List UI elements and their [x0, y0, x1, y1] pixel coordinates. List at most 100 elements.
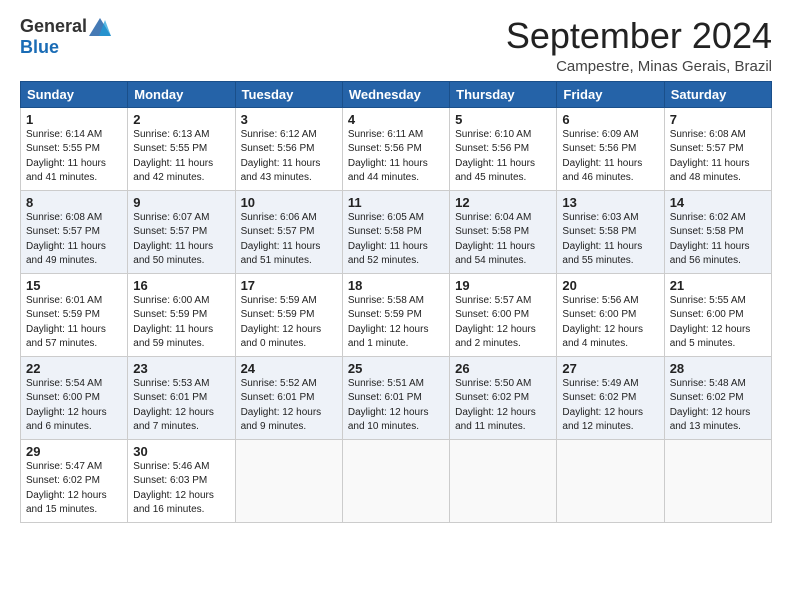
day-info: Sunrise: 5:51 AMSunset: 6:01 PMDaylight:…	[348, 377, 444, 435]
day-number: 3	[241, 112, 337, 127]
day-info: Sunrise: 5:50 AMSunset: 6:02 PMDaylight:…	[455, 377, 551, 435]
day-info: Sunrise: 6:06 AMSunset: 5:57 PMDaylight:…	[241, 211, 337, 269]
calendar-cell: 19Sunrise: 5:57 AMSunset: 6:00 PMDayligh…	[450, 273, 557, 356]
day-number: 28	[670, 361, 766, 376]
day-number: 26	[455, 361, 551, 376]
day-number: 25	[348, 361, 444, 376]
day-info: Sunrise: 5:55 AMSunset: 6:00 PMDaylight:…	[670, 294, 766, 352]
calendar-cell	[342, 439, 449, 522]
day-info: Sunrise: 6:13 AMSunset: 5:55 PMDaylight:…	[133, 128, 229, 186]
calendar-cell: 7Sunrise: 6:08 AMSunset: 5:57 PMDaylight…	[664, 107, 771, 190]
month-title: September 2024	[506, 16, 772, 56]
day-info: Sunrise: 5:59 AMSunset: 5:59 PMDaylight:…	[241, 294, 337, 352]
calendar-week-row: 15Sunrise: 6:01 AMSunset: 5:59 PMDayligh…	[21, 273, 772, 356]
calendar-cell: 6Sunrise: 6:09 AMSunset: 5:56 PMDaylight…	[557, 107, 664, 190]
page: General Blue September 2024 Campestre, M…	[0, 0, 792, 612]
day-info: Sunrise: 6:05 AMSunset: 5:58 PMDaylight:…	[348, 211, 444, 269]
calendar-cell: 26Sunrise: 5:50 AMSunset: 6:02 PMDayligh…	[450, 356, 557, 439]
calendar-cell: 22Sunrise: 5:54 AMSunset: 6:00 PMDayligh…	[21, 356, 128, 439]
weekday-header-thursday: Thursday	[450, 81, 557, 107]
weekday-header-monday: Monday	[128, 81, 235, 107]
day-number: 24	[241, 361, 337, 376]
day-number: 15	[26, 278, 122, 293]
day-info: Sunrise: 5:48 AMSunset: 6:02 PMDaylight:…	[670, 377, 766, 435]
day-info: Sunrise: 6:00 AMSunset: 5:59 PMDaylight:…	[133, 294, 229, 352]
day-info: Sunrise: 6:14 AMSunset: 5:55 PMDaylight:…	[26, 128, 122, 186]
day-number: 16	[133, 278, 229, 293]
calendar-week-row: 29Sunrise: 5:47 AMSunset: 6:02 PMDayligh…	[21, 439, 772, 522]
day-info: Sunrise: 6:02 AMSunset: 5:58 PMDaylight:…	[670, 211, 766, 269]
day-info: Sunrise: 6:09 AMSunset: 5:56 PMDaylight:…	[562, 128, 658, 186]
day-info: Sunrise: 6:10 AMSunset: 5:56 PMDaylight:…	[455, 128, 551, 186]
day-number: 17	[241, 278, 337, 293]
calendar-cell: 9Sunrise: 6:07 AMSunset: 5:57 PMDaylight…	[128, 190, 235, 273]
day-number: 29	[26, 444, 122, 459]
day-number: 5	[455, 112, 551, 127]
logo-icon	[89, 18, 111, 36]
day-number: 10	[241, 195, 337, 210]
day-number: 11	[348, 195, 444, 210]
calendar-week-row: 22Sunrise: 5:54 AMSunset: 6:00 PMDayligh…	[21, 356, 772, 439]
calendar-cell	[664, 439, 771, 522]
logo: General Blue	[20, 16, 111, 58]
day-number: 8	[26, 195, 122, 210]
calendar-cell: 23Sunrise: 5:53 AMSunset: 6:01 PMDayligh…	[128, 356, 235, 439]
day-info: Sunrise: 6:04 AMSunset: 5:58 PMDaylight:…	[455, 211, 551, 269]
calendar-cell: 18Sunrise: 5:58 AMSunset: 5:59 PMDayligh…	[342, 273, 449, 356]
day-info: Sunrise: 6:12 AMSunset: 5:56 PMDaylight:…	[241, 128, 337, 186]
day-number: 21	[670, 278, 766, 293]
day-info: Sunrise: 5:46 AMSunset: 6:03 PMDaylight:…	[133, 460, 229, 518]
calendar-cell: 1Sunrise: 6:14 AMSunset: 5:55 PMDaylight…	[21, 107, 128, 190]
day-info: Sunrise: 5:57 AMSunset: 6:00 PMDaylight:…	[455, 294, 551, 352]
calendar-cell: 25Sunrise: 5:51 AMSunset: 6:01 PMDayligh…	[342, 356, 449, 439]
location-title: Campestre, Minas Gerais, Brazil	[506, 58, 772, 75]
day-number: 9	[133, 195, 229, 210]
calendar-cell	[235, 439, 342, 522]
day-info: Sunrise: 5:54 AMSunset: 6:00 PMDaylight:…	[26, 377, 122, 435]
weekday-header-row: SundayMondayTuesdayWednesdayThursdayFrid…	[21, 81, 772, 107]
day-number: 7	[670, 112, 766, 127]
day-info: Sunrise: 6:07 AMSunset: 5:57 PMDaylight:…	[133, 211, 229, 269]
weekday-header-friday: Friday	[557, 81, 664, 107]
calendar-cell: 13Sunrise: 6:03 AMSunset: 5:58 PMDayligh…	[557, 190, 664, 273]
calendar-cell: 5Sunrise: 6:10 AMSunset: 5:56 PMDaylight…	[450, 107, 557, 190]
calendar-cell: 27Sunrise: 5:49 AMSunset: 6:02 PMDayligh…	[557, 356, 664, 439]
title-block: September 2024 Campestre, Minas Gerais, …	[506, 16, 772, 75]
calendar-week-row: 1Sunrise: 6:14 AMSunset: 5:55 PMDaylight…	[21, 107, 772, 190]
calendar-cell: 12Sunrise: 6:04 AMSunset: 5:58 PMDayligh…	[450, 190, 557, 273]
calendar-cell: 3Sunrise: 6:12 AMSunset: 5:56 PMDaylight…	[235, 107, 342, 190]
logo-general-text: General	[20, 16, 87, 37]
calendar-cell: 15Sunrise: 6:01 AMSunset: 5:59 PMDayligh…	[21, 273, 128, 356]
day-info: Sunrise: 6:01 AMSunset: 5:59 PMDaylight:…	[26, 294, 122, 352]
day-number: 6	[562, 112, 658, 127]
calendar-cell: 17Sunrise: 5:59 AMSunset: 5:59 PMDayligh…	[235, 273, 342, 356]
day-info: Sunrise: 6:11 AMSunset: 5:56 PMDaylight:…	[348, 128, 444, 186]
calendar-cell: 14Sunrise: 6:02 AMSunset: 5:58 PMDayligh…	[664, 190, 771, 273]
calendar-cell: 21Sunrise: 5:55 AMSunset: 6:00 PMDayligh…	[664, 273, 771, 356]
day-number: 13	[562, 195, 658, 210]
day-info: Sunrise: 5:53 AMSunset: 6:01 PMDaylight:…	[133, 377, 229, 435]
day-number: 22	[26, 361, 122, 376]
day-number: 19	[455, 278, 551, 293]
day-info: Sunrise: 6:08 AMSunset: 5:57 PMDaylight:…	[26, 211, 122, 269]
day-number: 30	[133, 444, 229, 459]
day-info: Sunrise: 5:49 AMSunset: 6:02 PMDaylight:…	[562, 377, 658, 435]
weekday-header-saturday: Saturday	[664, 81, 771, 107]
day-number: 27	[562, 361, 658, 376]
day-info: Sunrise: 5:47 AMSunset: 6:02 PMDaylight:…	[26, 460, 122, 518]
header: General Blue September 2024 Campestre, M…	[20, 16, 772, 75]
calendar-cell: 16Sunrise: 6:00 AMSunset: 5:59 PMDayligh…	[128, 273, 235, 356]
day-info: Sunrise: 6:08 AMSunset: 5:57 PMDaylight:…	[670, 128, 766, 186]
day-number: 4	[348, 112, 444, 127]
calendar-cell: 20Sunrise: 5:56 AMSunset: 6:00 PMDayligh…	[557, 273, 664, 356]
weekday-header-wednesday: Wednesday	[342, 81, 449, 107]
day-number: 1	[26, 112, 122, 127]
calendar-cell: 28Sunrise: 5:48 AMSunset: 6:02 PMDayligh…	[664, 356, 771, 439]
day-info: Sunrise: 5:56 AMSunset: 6:00 PMDaylight:…	[562, 294, 658, 352]
day-info: Sunrise: 5:58 AMSunset: 5:59 PMDaylight:…	[348, 294, 444, 352]
calendar-cell	[450, 439, 557, 522]
day-number: 2	[133, 112, 229, 127]
day-info: Sunrise: 6:03 AMSunset: 5:58 PMDaylight:…	[562, 211, 658, 269]
weekday-header-tuesday: Tuesday	[235, 81, 342, 107]
calendar-cell: 29Sunrise: 5:47 AMSunset: 6:02 PMDayligh…	[21, 439, 128, 522]
